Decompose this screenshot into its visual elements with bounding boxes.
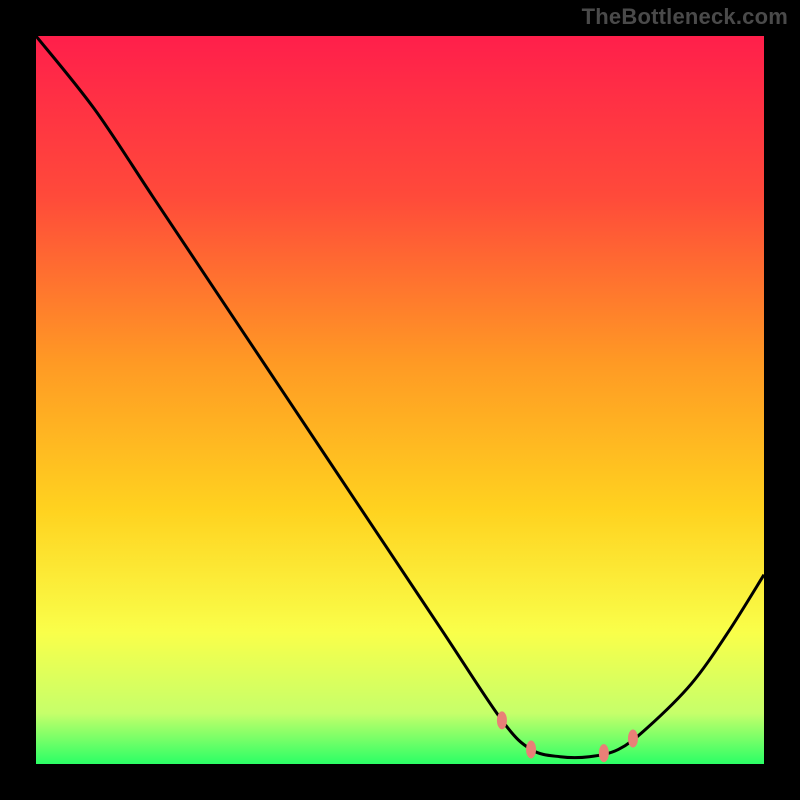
bottleneck-chart [36,36,764,764]
chart-frame: TheBottleneck.com [0,0,800,800]
gradient-background [36,36,764,764]
plot-area [36,36,764,764]
curve-bead [526,740,536,758]
curve-bead [599,744,609,762]
attribution-label: TheBottleneck.com [582,4,788,30]
curve-bead [628,730,638,748]
curve-bead [497,711,507,729]
